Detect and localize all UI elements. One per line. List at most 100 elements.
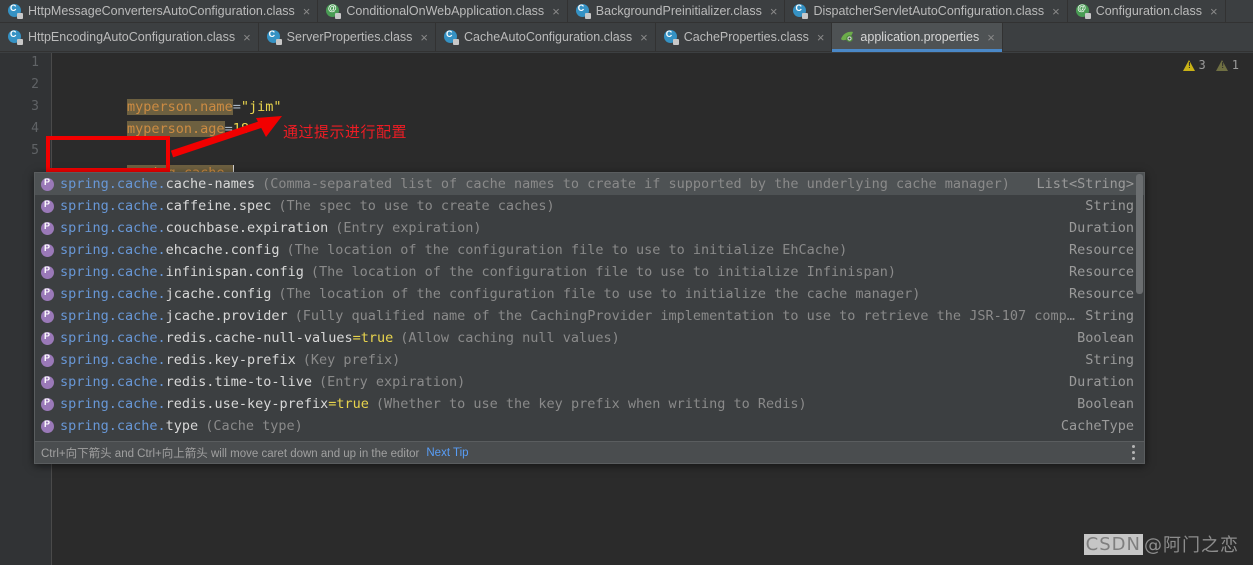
close-icon[interactable]: × <box>243 31 251 44</box>
completion-type: Boolean <box>1077 330 1134 346</box>
code-completion-popup[interactable]: spring.cache.cache-names (Comma-separate… <box>34 172 1145 464</box>
inspection-status[interactable]: 3 1 <box>1182 58 1245 72</box>
completion-name: redis.key-prefix <box>165 352 296 368</box>
close-icon[interactable]: × <box>640 31 648 44</box>
class-file-icon <box>575 3 591 19</box>
completion-name: redis.use-key-prefix <box>165 396 329 412</box>
editor-tab[interactable]: Configuration.class × <box>1067 0 1226 22</box>
completion-type: Resource <box>1068 264 1134 280</box>
editor-tab[interactable]: HttpEncodingAutoConfiguration.class × <box>0 23 259 51</box>
editor-tab-active-application-properties[interactable]: application.properties × <box>832 23 1003 52</box>
completion-type: List<String> <box>1036 176 1134 192</box>
completion-description: (The spec to use to create caches) <box>278 198 555 214</box>
code-line-2: myperson.name="jim" <box>62 76 281 115</box>
completion-prefix: spring.cache. <box>60 242 166 258</box>
completion-name: type <box>165 418 199 434</box>
completion-prefix: spring.cache. <box>60 198 166 214</box>
editor-tab[interactable]: BackgroundPreinitializer.class × <box>567 0 786 22</box>
editor-tab[interactable]: DispatcherServletAutoConfiguration.class… <box>785 0 1068 22</box>
completion-item[interactable]: spring.cache.infinispan.config (The loca… <box>35 261 1144 283</box>
tab-label: BackgroundPreinitializer.class <box>595 4 762 18</box>
close-icon[interactable]: × <box>1210 5 1218 18</box>
completion-item[interactable]: spring.cache.type (Cache type) CacheType <box>35 415 1144 437</box>
close-icon[interactable]: × <box>817 31 825 44</box>
completion-item[interactable]: spring.cache.redis.time-to-live (Entry e… <box>35 371 1144 393</box>
completion-type: String <box>1085 198 1134 214</box>
completion-item[interactable]: spring.cache.redis.use-key-prefix=true (… <box>35 393 1144 415</box>
completion-type: String <box>1085 308 1134 324</box>
editor-tab[interactable]: ConditionalOnWebApplication.class × <box>318 0 568 22</box>
warning-count: 3 <box>1198 58 1206 72</box>
completion-description: (Fully qualified name of the CachingProv… <box>294 308 1075 324</box>
editor-tab[interactable]: ServerProperties.class × <box>258 23 437 51</box>
tab-label: Configuration.class <box>1095 4 1203 18</box>
completion-prefix: spring.cache. <box>60 418 166 434</box>
completion-description: (Whether to use the key prefix when writ… <box>375 396 807 412</box>
completion-description: (Entry expiration) <box>335 220 482 236</box>
completion-prefix: spring.cache. <box>60 176 166 192</box>
close-icon[interactable]: × <box>552 5 560 18</box>
close-icon[interactable]: × <box>1052 5 1060 18</box>
completion-type: Boolean <box>1077 396 1134 412</box>
completion-prefix: spring.cache. <box>60 308 166 324</box>
tab-label: HttpMessageConvertersAutoConfiguration.c… <box>28 4 295 18</box>
completion-prefix: spring.cache. <box>60 352 166 368</box>
watermark: CSDN @阿门之恋 <box>1083 531 1239 557</box>
more-options-icon[interactable] <box>1132 445 1136 463</box>
property-icon <box>41 419 54 433</box>
completion-type: Resource <box>1068 242 1134 258</box>
completion-name: caffeine.spec <box>165 198 272 214</box>
completion-tip-bar: Ctrl+向下箭头 and Ctrl+向上箭头 will move caret … <box>35 441 1144 463</box>
close-icon[interactable]: × <box>303 5 311 18</box>
completion-type: Duration <box>1068 220 1134 236</box>
completion-prefix: spring.cache. <box>60 330 166 346</box>
property-icon <box>41 221 54 235</box>
scrollbar-thumb[interactable] <box>1136 174 1143 294</box>
editor-tab[interactable]: CacheProperties.class × <box>655 23 833 51</box>
annotation-file-icon <box>326 3 342 19</box>
property-icon <box>41 287 54 301</box>
property-icon <box>41 199 54 213</box>
completion-item[interactable]: spring.cache.cache-names (Comma-separate… <box>35 173 1144 195</box>
property-icon <box>41 397 54 411</box>
completion-item[interactable]: spring.cache.redis.key-prefix (Key prefi… <box>35 349 1144 371</box>
close-icon[interactable]: × <box>987 31 995 44</box>
completion-item[interactable]: spring.cache.jcache.config (The location… <box>35 283 1144 305</box>
next-tip-link[interactable]: Next Tip <box>426 447 468 459</box>
completion-type: Resource <box>1068 286 1134 302</box>
editor-tab[interactable]: HttpMessageConvertersAutoConfiguration.c… <box>0 0 319 22</box>
editor-tab-row-1: HttpMessageConvertersAutoConfiguration.c… <box>0 0 1253 23</box>
tab-label: ConditionalOnWebApplication.class <box>346 4 545 18</box>
property-icon <box>41 375 54 389</box>
completion-item[interactable]: spring.cache.couchbase.expiration (Entry… <box>35 217 1144 239</box>
completion-name: couchbase.expiration <box>165 220 329 236</box>
completion-name: redis.cache-null-values <box>165 330 353 346</box>
class-file-icon <box>266 29 282 45</box>
completion-type: CacheType <box>1060 418 1134 434</box>
completion-description: (Allow caching null values) <box>400 330 620 346</box>
editor-tab-row-2: HttpEncodingAutoConfiguration.class × Se… <box>0 23 1253 52</box>
tab-label: application.properties <box>860 30 980 44</box>
close-icon[interactable]: × <box>420 31 428 44</box>
spring-leaf-icon <box>840 30 854 44</box>
property-icon <box>41 309 54 323</box>
completion-item[interactable]: spring.cache.caffeine.spec (The spec to … <box>35 195 1144 217</box>
completion-item[interactable]: spring.cache.ehcache.config (The locatio… <box>35 239 1144 261</box>
completion-description: (The location of the configuration file … <box>310 264 897 280</box>
completion-name: infinispan.config <box>165 264 304 280</box>
close-icon[interactable]: × <box>770 5 778 18</box>
completion-scrollbar[interactable] <box>1136 174 1143 440</box>
watermark-author: @阿门之恋 <box>1144 535 1239 556</box>
completion-type: String <box>1085 352 1134 368</box>
property-icon <box>41 177 54 191</box>
completion-description: (Cache type) <box>205 418 303 434</box>
completion-item[interactable]: spring.cache.redis.cache-null-values=tru… <box>35 327 1144 349</box>
completion-description: (The location of the configuration file … <box>286 242 848 258</box>
property-icon <box>41 243 54 257</box>
editor-tab[interactable]: CacheAutoConfiguration.class × <box>436 23 656 51</box>
completion-item[interactable]: spring.cache.jcache.provider (Fully qual… <box>35 305 1144 327</box>
tab-label: CacheAutoConfiguration.class <box>464 30 633 44</box>
completion-name: redis.time-to-live <box>165 374 312 390</box>
line-number: 3 <box>31 99 39 114</box>
completion-list[interactable]: spring.cache.cache-names (Comma-separate… <box>35 173 1144 441</box>
